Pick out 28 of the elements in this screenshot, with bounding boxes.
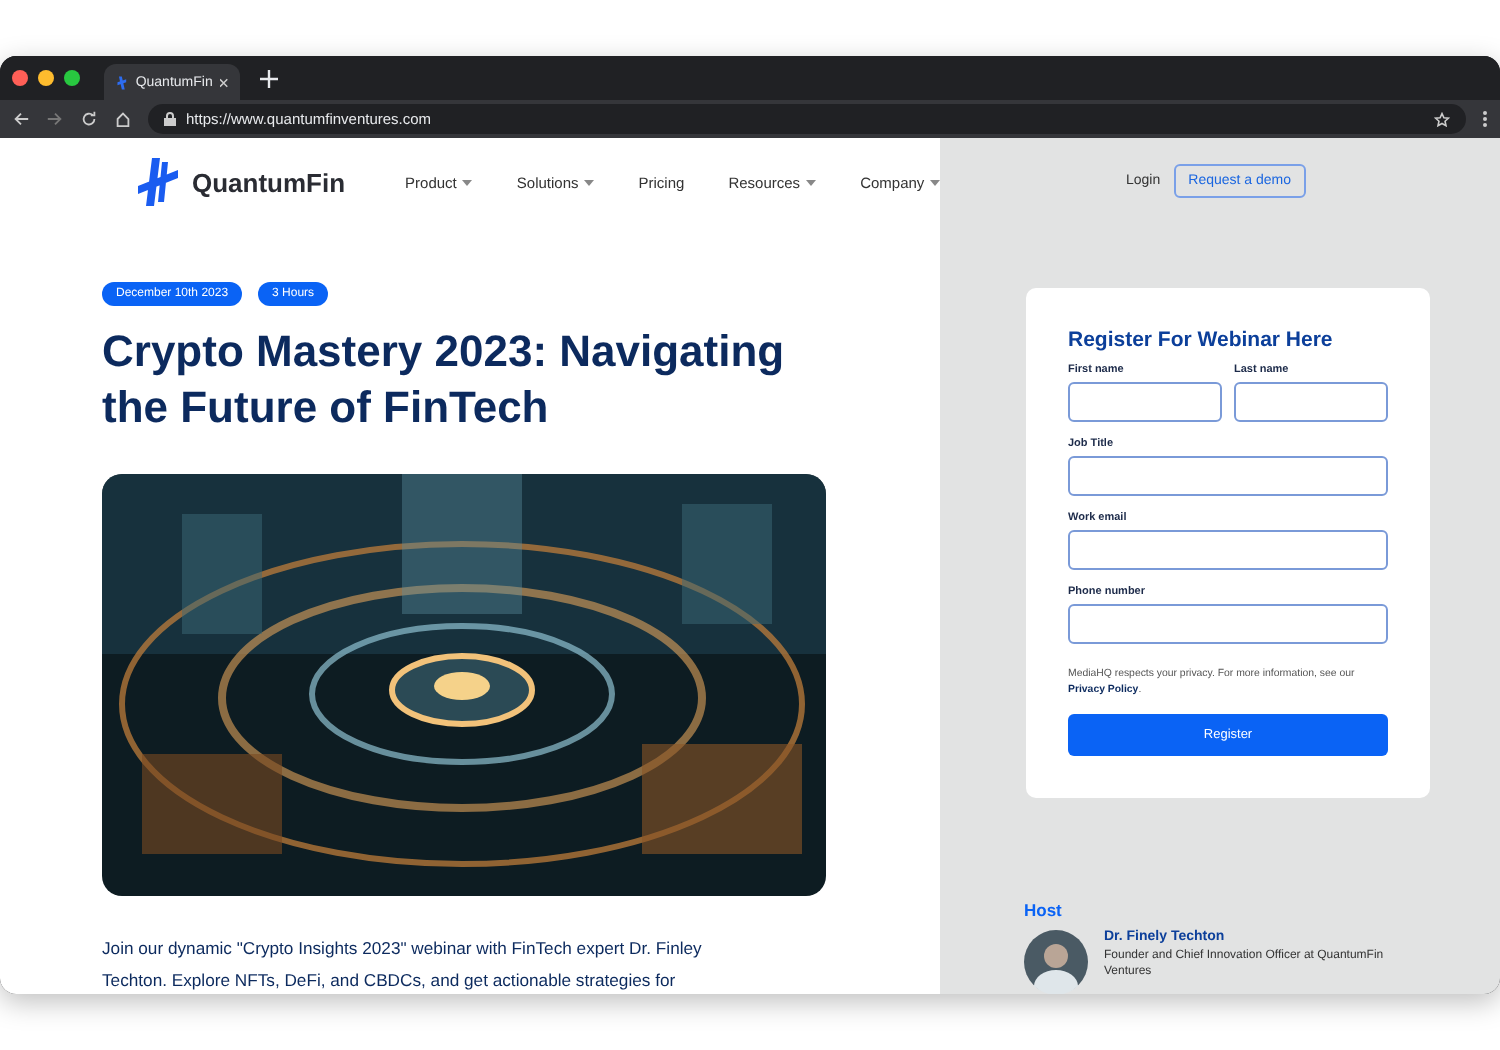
input-field[interactable] [1068, 529, 1388, 570]
reload-icon[interactable] [80, 110, 98, 128]
logo-icon [116, 73, 128, 91]
forward-icon[interactable] [46, 110, 64, 128]
input-field[interactable] [1234, 381, 1388, 422]
form-title: Register For Webinar Here [1068, 327, 1335, 352]
input-field[interactable] [1068, 455, 1388, 496]
event-description: Join our dynamic "Crypto Insights 2023" webinar with FinTech expert Dr. Finley Techton. Explore NFTs, DeFi, and CBDCs, and get actionable strategies for [102, 936, 704, 994]
new-tab-icon[interactable] [260, 69, 278, 87]
home-icon[interactable] [114, 110, 132, 128]
minimize-icon[interactable] [38, 70, 54, 86]
input-field[interactable] [1068, 603, 1388, 644]
host-heading: Host [1024, 900, 1064, 920]
bookmark-star-icon[interactable] [1434, 111, 1450, 127]
back-icon[interactable] [12, 110, 30, 128]
close-icon[interactable] [12, 70, 28, 86]
caret-icon [930, 179, 940, 185]
event-title: Crypto Mastery 2023: Navigating the Future of FinTech [102, 324, 787, 436]
caret-icon [462, 179, 473, 185]
maximize-icon[interactable] [64, 70, 80, 86]
logo-icon [136, 156, 180, 208]
menu-icon[interactable] [1482, 110, 1488, 128]
caret-icon [584, 179, 595, 185]
brand-name[interactable]: QuantumFin [192, 167, 346, 197]
caret-icon [806, 179, 817, 185]
close-tab-icon[interactable] [220, 77, 228, 87]
lock-icon [164, 112, 176, 126]
input-field[interactable] [1068, 381, 1222, 422]
